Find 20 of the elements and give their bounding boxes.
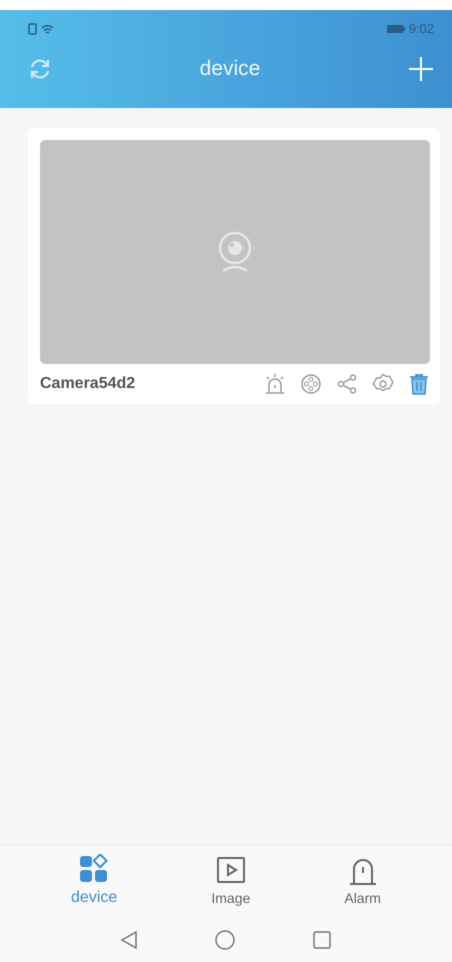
recents-icon[interactable] <box>313 931 331 949</box>
play-icon <box>216 856 246 886</box>
home-icon[interactable] <box>215 930 235 950</box>
tab[interactable]: device <box>51 850 138 914</box>
film-reel-icon[interactable] <box>300 373 322 395</box>
share-icon[interactable] <box>336 373 358 395</box>
refresh-icon[interactable] <box>28 57 52 81</box>
tab[interactable]: Alarm <box>324 852 401 912</box>
sim-icon <box>28 23 37 35</box>
wifi-icon <box>41 24 54 34</box>
device-name: Camera54d2 <box>40 374 136 394</box>
clock-time: 9:02 <box>408 20 434 38</box>
add-icon[interactable] <box>408 56 434 82</box>
back-icon[interactable] <box>121 931 137 949</box>
screen-title: device <box>200 56 260 82</box>
tab[interactable]: Image <box>191 852 270 912</box>
battery-icon <box>386 25 405 33</box>
delete-icon[interactable] <box>408 373 430 395</box>
alarm-light-icon[interactable] <box>264 373 286 395</box>
grid-icon <box>79 854 110 884</box>
